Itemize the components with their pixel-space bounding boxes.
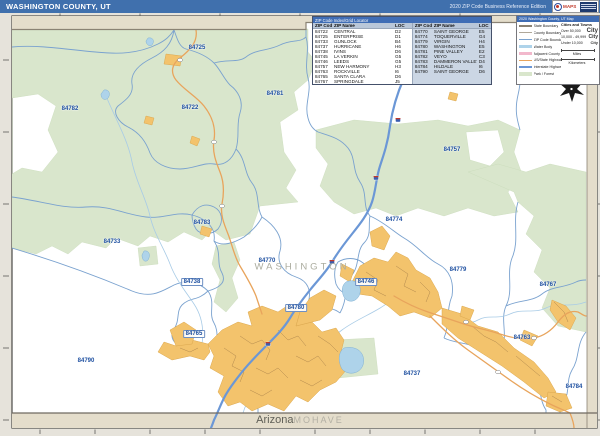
marketmaps-logo: MAPS [552,0,599,13]
state-band: Arizona MOHAVE [0,413,600,427]
logo-wordmark: MAPS [563,4,577,9]
zip-label-84781: 84781 [266,91,284,97]
fill-green-swatch [519,72,532,76]
logo-publisher-box [580,1,597,12]
zip-label-84733: 84733 [103,239,121,245]
zip-index-right-group: ZIP CodeZIP NameLOC 84770SAINT GEORGEE58… [411,23,491,84]
zip-label-84782: 84782 [61,106,79,112]
line-orange-swatch [519,59,532,62]
line-dkblue-swatch [519,66,532,69]
legend-row: County Boundary [519,29,561,36]
table-row: 84790 SAINT GEORGE D6 [414,69,485,74]
zip-label-84738: 84738 [181,278,203,286]
legend-row: US/State Highway [519,57,561,64]
legend-cities: Over 50,000 City 10,000 - 49,999 City Under … [561,28,598,47]
legend-row: ZIP Code Boundary [519,36,561,43]
zip-label-84725: 84725 [188,45,206,51]
zip-index-table: ZIP Code Index/Grid Locator ZIP CodeZIP … [312,16,492,85]
map-legend: 2020 Washington County, UT Map State Bou… [516,15,600,85]
zip-index-left-group: ZIP CodeZIP NameLOC 84722CENTRALD284725E… [313,23,412,84]
zip-label-84784: 84784 [565,384,583,390]
legend-scales: Miles Kilometers [561,48,598,65]
scale-bar: Miles [561,48,598,56]
index-left-rows: 84722 CENTRAL D2 84725 ENTERPRISE D1 84733 GUNL… [313,29,412,84]
zip-label-84746: 84746 [355,278,377,286]
fill-pink-swatch [519,51,532,56]
zip-label-84765: 84765 [183,330,205,338]
title-bar: WASHINGTON COUNTY, UT 2020 ZIP Code Busi… [0,0,600,13]
zip-label-84790: 84790 [77,358,95,364]
zip-label-84737: 84737 [403,371,421,377]
legend-features: State Boundary County Boundary ZIP Code Bo… [519,23,561,78]
zip-label-84779: 84779 [449,267,467,273]
logo-globe-icon [554,2,562,11]
line-thick-grey-swatch [519,24,532,27]
legend-city-row: Under 10,000 City [561,39,598,45]
legend-row: Water Body [519,43,561,50]
legend-row: Park / Forest [519,71,561,78]
zip-label-84774: 84774 [385,217,403,223]
map-title: WASHINGTON COUNTY, UT [6,2,111,11]
legend-row: Adjacent County [519,50,561,57]
zip-label-84770: 84770 [258,258,276,264]
line-grey-swatch [519,32,532,34]
legend-row: Interstate Highway [519,64,561,71]
zip-label-84722: 84722 [181,105,199,111]
legend-cities-header: Cities and Towns [561,22,592,27]
state-label: Arizona [256,414,294,426]
edition-label: 2020 ZIP Code Business Reference Edition [449,3,546,10]
zip-label-84767: 84767 [539,282,557,288]
zip-label-84783: 84783 [193,220,211,226]
legend-row: State Boundary [519,23,561,30]
table-row: 84767 SPRINGDALE J5 [315,79,400,84]
zip-label-84763: 84763 [513,335,531,341]
scale-bar: Kilometers [561,58,598,65]
map-sheet: WASHINGTON COUNTY, UT 2020 ZIP Code Busi… [0,0,600,436]
map-canvas [0,13,600,436]
fill-cyan-swatch [519,44,532,49]
adjacent-county-label: MOHAVE [293,415,344,425]
index-right-rows: 84770 SAINT GEORGE E5 84774 TOQUERVILLE G4 847… [413,29,491,74]
zip-label-84780: 84780 [285,304,307,312]
zip-label-84757: 84757 [443,147,461,153]
line-blue-swatch [519,39,532,41]
